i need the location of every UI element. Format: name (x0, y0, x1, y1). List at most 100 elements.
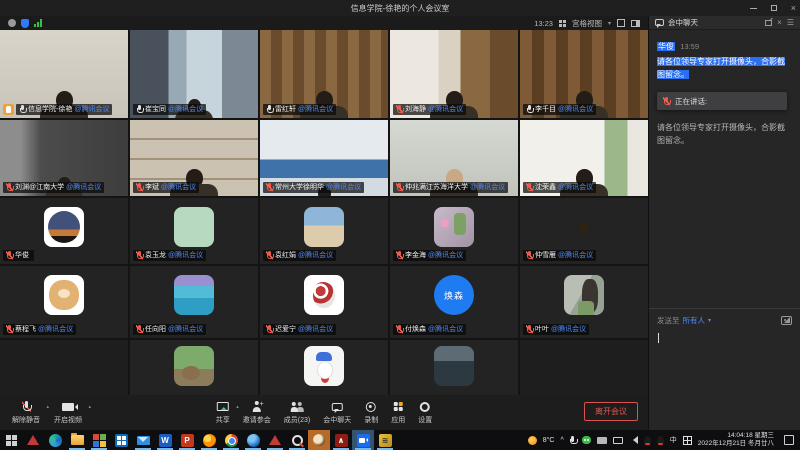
share-screen-button[interactable]: 共享 ▴ (216, 401, 230, 425)
chat-button[interactable]: 会中聊天 (323, 401, 351, 425)
leave-meeting-button[interactable]: 离开会议 (584, 402, 638, 421)
window-title: 信息学院-徐艳的个人会议室 (351, 3, 450, 14)
grid-view-icon[interactable] (559, 20, 566, 27)
video-tile[interactable]: 刘海静 @腾讯会议 (390, 30, 518, 118)
taskbar-app-search-tool[interactable] (286, 430, 308, 450)
mail-icon (137, 436, 150, 445)
send-target-dropdown[interactable]: 所有人 (683, 315, 706, 326)
video-tile[interactable]: 刘渊@江南大学 @腾讯会议 (0, 120, 128, 196)
ime-grid-icon[interactable] (683, 436, 692, 445)
popout-chat-icon[interactable] (765, 20, 772, 26)
video-tile[interactable]: 信息学院-徐艳 @腾讯会议 (0, 30, 128, 118)
taskbar-clock[interactable]: 14:04:18 星期三 2022年12月21日 冬月廿八 (698, 432, 774, 448)
video-tile[interactable]: 常州大学徐明华 @腾讯会议 (260, 120, 388, 196)
taskbar-app-explorer[interactable] (66, 430, 88, 450)
acrobat-icon: ∧ (335, 434, 348, 447)
invite-button[interactable]: + 邀请参会 (243, 401, 271, 425)
ime-language-indicator[interactable]: 中 (670, 435, 677, 445)
message-text-selected[interactable]: 请各位领导专家打开摄像头，合影截图留念。 (657, 57, 785, 79)
video-tile[interactable]: 李斌 @腾讯会议 (130, 120, 258, 196)
taskbar-app-red-triangle[interactable] (22, 430, 44, 450)
weather-icon[interactable] (528, 436, 537, 445)
avatar-tile[interactable] (130, 340, 258, 395)
display-icon[interactable] (613, 437, 623, 444)
send-target-caret-icon[interactable]: ▾ (708, 317, 711, 324)
avatar-tile[interactable]: 袁红娟 @腾讯会议 (260, 198, 388, 264)
avatar-tile[interactable] (260, 340, 388, 395)
close-chat-icon[interactable]: × (777, 18, 782, 27)
taskbar-app-mosaic[interactable] (88, 430, 110, 450)
meeting-toolbar: 解除静音 ▴ 开启视频 ▴ 共享 ▴ + 邀请参会 成员(23) (0, 395, 648, 430)
video-tile[interactable]: 李千目 @腾讯会议 (520, 30, 648, 118)
view-mode-caret-icon[interactable]: ▾ (608, 20, 611, 27)
tray-camera-icon[interactable] (597, 437, 607, 444)
camera-options-caret-icon[interactable]: ▴ (88, 404, 91, 410)
video-tile[interactable]: 崔宝同 @腾讯会议 (130, 30, 258, 118)
participant-name: 李斌 (145, 183, 159, 192)
avatar-tile[interactable] (390, 340, 518, 395)
taskbar-app-edge[interactable] (44, 430, 66, 450)
close-icon[interactable]: × (791, 3, 796, 13)
taskbar-app-store[interactable] (110, 430, 132, 450)
avatar-tile[interactable]: 仲雪雁 @腾讯会议 (520, 198, 648, 264)
participant-suffix: @腾讯会议 (428, 325, 463, 334)
tray-mic-icon[interactable] (570, 436, 576, 445)
taskbar-app-acrobat[interactable]: ∧ (330, 430, 352, 450)
avatar-tile[interactable]: 焕森 付焕森 @腾讯会议 (390, 266, 518, 338)
tray-expand-icon[interactable]: ^ (560, 437, 563, 444)
view-mode-label[interactable]: 宫格视图 (572, 18, 602, 29)
side-panel-toggle-icon[interactable] (631, 20, 640, 27)
avatar-tile[interactable]: 袁玉龙 @腾讯会议 (130, 198, 258, 264)
minimize-icon[interactable] (750, 8, 757, 9)
chat-messages[interactable]: 华俊 13:59 请各位领导专家打开摄像头，合影截图留念。 请各位领导专家打开摄… (649, 30, 800, 147)
avatar-tile[interactable]: 华俊 (0, 198, 128, 264)
video-tile[interactable]: 仲兆满江苏海洋大学 @腾讯会议 (390, 120, 518, 196)
unmute-button[interactable]: 解除静音 ▴ (12, 401, 40, 425)
mic-options-caret-icon[interactable]: ▴ (46, 404, 49, 410)
avatar-tile[interactable]: 任向阳 @腾讯会议 (130, 266, 258, 338)
speaker-icon[interactable] (629, 436, 638, 444)
taskbar-app-powerpoint[interactable]: P (176, 430, 198, 450)
avatar-tile[interactable] (0, 340, 128, 395)
qq-penguin-icon[interactable] (644, 436, 651, 445)
taskbar-app-firefox[interactable] (198, 430, 220, 450)
apps-button[interactable]: 应用 (391, 401, 405, 425)
start-button[interactable] (0, 430, 22, 450)
avatar-tile[interactable]: 迟爱宁 @腾讯会议 (260, 266, 388, 338)
red-triangle-icon (27, 435, 39, 445)
chat-menu-icon[interactable]: ☰ (787, 18, 794, 27)
avatar-tile[interactable] (520, 340, 648, 395)
settings-button[interactable]: 设置 (418, 401, 432, 425)
avatar-tile[interactable]: 李金海 @腾讯会议 (390, 198, 518, 264)
taskbar-app-tencent-meeting[interactable] (352, 430, 374, 450)
taskbar-app-mail[interactable] (132, 430, 154, 450)
temperature-label[interactable]: 8°C (543, 437, 555, 444)
taskbar-app-active-orange[interactable] (308, 430, 330, 450)
record-button[interactable]: 录制 (364, 401, 378, 425)
taskbar-app-yellow[interactable]: ≋ (374, 430, 396, 450)
share-options-caret-icon[interactable]: ▴ (236, 404, 239, 410)
avatar-tile[interactable]: 叶叶 @腾讯会议 (520, 266, 648, 338)
taskbar-app-chrome[interactable] (220, 430, 242, 450)
notification-center-icon[interactable] (784, 435, 794, 445)
mic-muted-icon (396, 325, 403, 334)
taskbar-app-red-triangle-2[interactable] (264, 430, 286, 450)
security-shield-icon[interactable] (21, 19, 29, 28)
participant-label: 常州大学徐明华 @腾讯会议 (263, 182, 364, 193)
taskbar-app-blue-browser[interactable] (242, 430, 264, 450)
info-icon[interactable] (8, 19, 16, 27)
chat-text-cursor[interactable] (658, 333, 659, 343)
message-text[interactable]: 请各位领导专家打开摄像头，合影截图留念。 (657, 121, 792, 147)
avatar-tile[interactable]: 蔡程飞 @腾讯会议 (0, 266, 128, 338)
start-video-button[interactable]: 开启视频 ▴ (54, 401, 82, 425)
attach-image-icon[interactable] (781, 316, 792, 325)
participant-suffix: @腾讯会议 (168, 325, 203, 334)
wechat-icon[interactable] (582, 436, 591, 444)
video-tile[interactable]: 雷红轩 @腾讯会议 (260, 30, 388, 118)
qq-penguin-icon[interactable] (657, 436, 664, 445)
video-tile[interactable]: 沈荣鑫 @腾讯会议 (520, 120, 648, 196)
fullscreen-icon[interactable] (617, 19, 625, 27)
taskbar-app-word[interactable]: W (154, 430, 176, 450)
members-button[interactable]: 成员(23) (284, 401, 310, 425)
maximize-icon[interactable] (771, 5, 777, 11)
